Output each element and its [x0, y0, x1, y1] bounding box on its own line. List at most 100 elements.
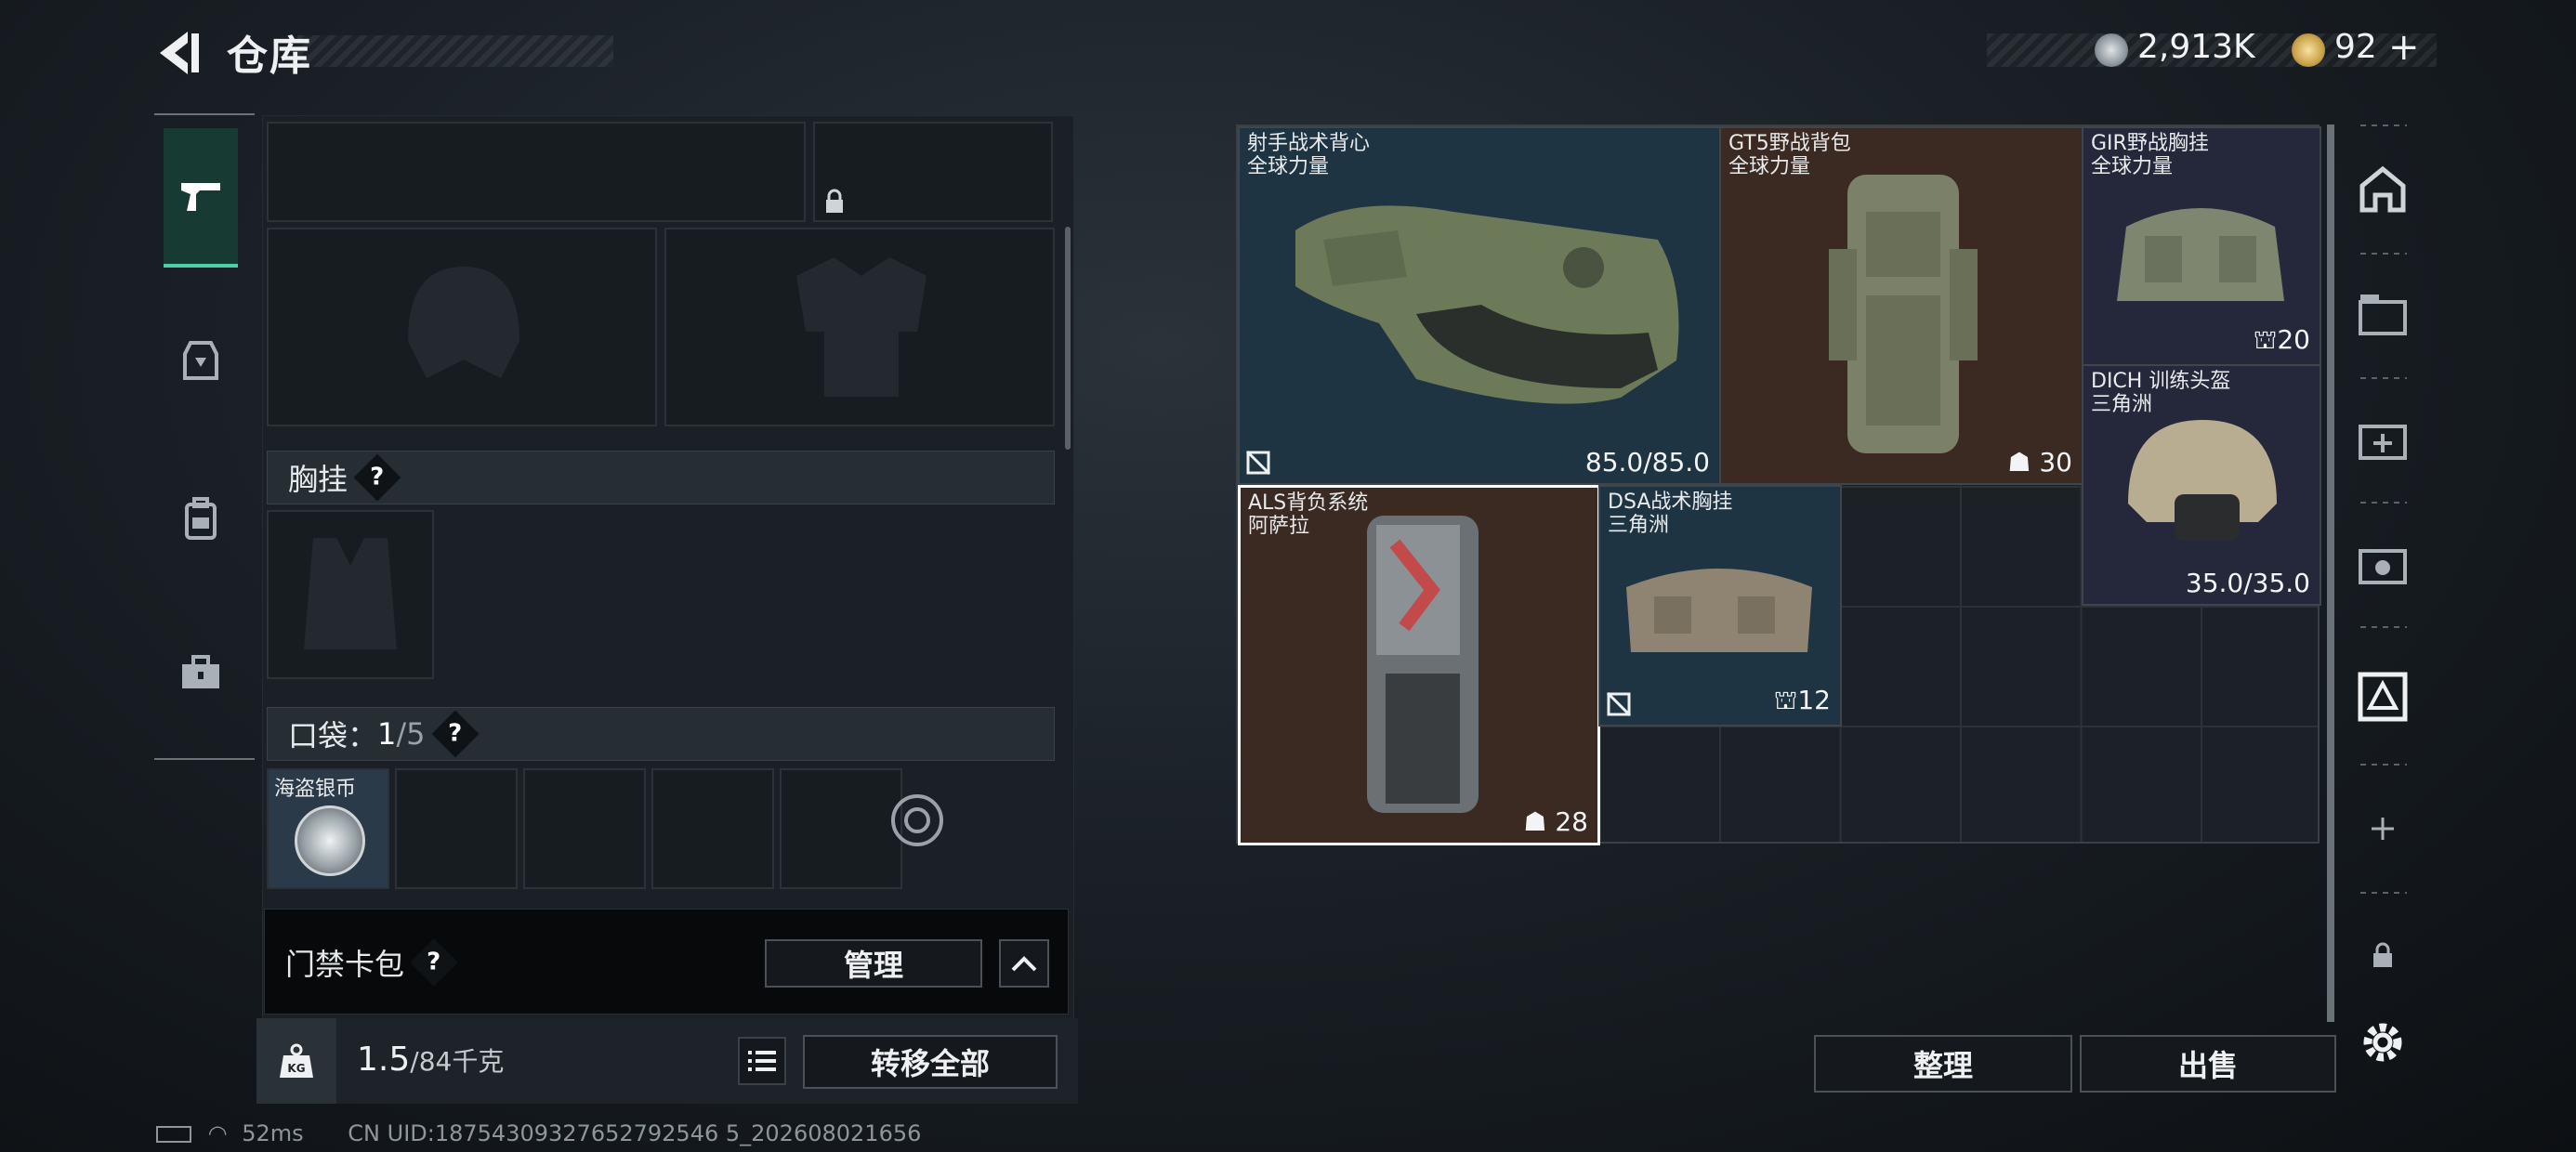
- settings-button[interactable]: [2353, 1013, 2412, 1072]
- armor-slot[interactable]: [664, 228, 1055, 426]
- status-bar: ◠ 52ms CN UID:18754309327652792546 5_202…: [156, 1120, 921, 1146]
- vest-image: [1295, 205, 1679, 404]
- item-name: GT5野战背包: [1728, 132, 1851, 155]
- tab-backpack[interactable]: [164, 474, 238, 563]
- item-als-carry-system[interactable]: ALS背负系统 阿萨拉 ☗ 28: [1238, 485, 1600, 845]
- page-title: 仓库: [227, 33, 312, 80]
- chest-rig-section: 胸挂 ?: [267, 451, 1055, 504]
- kg-weight-icon: KG: [256, 1018, 336, 1104]
- ping-value: 52ms: [242, 1120, 304, 1146]
- svg-text:KG: KG: [287, 1062, 305, 1075]
- duffel-image: [1626, 569, 1812, 652]
- gold-currency-value: 92: [2334, 28, 2377, 66]
- grid-scrollbar[interactable]: [2327, 124, 2334, 1022]
- toolbox-icon: [182, 655, 219, 688]
- backpack-image: [1829, 175, 1978, 453]
- pocket-slot-2[interactable]: [395, 768, 518, 889]
- manage-button[interactable]: 管理: [765, 939, 982, 988]
- folder-tools-icon: [2359, 549, 2407, 584]
- durability-value: 35.0/35.0: [2185, 568, 2310, 598]
- uid-text: CN UID:18754309327652792546 5_2026080216…: [348, 1120, 922, 1146]
- item-name: DSA战术胸挂: [1608, 491, 1733, 514]
- keycard-label: 门禁卡包 ?: [285, 938, 458, 987]
- chest-rig-slot[interactable]: [267, 510, 434, 679]
- chest-rig-label: 胸挂: [288, 462, 348, 497]
- item-gir-chest-rig[interactable]: GIR野战胸挂 全球力量 ⛫20: [2082, 126, 2321, 366]
- folder-add-icon: [2359, 425, 2407, 460]
- no-repair-icon: [1245, 450, 1271, 476]
- gold-coin-icon: [2292, 33, 2325, 67]
- backpack-icon: [185, 497, 217, 540]
- silver-coin-icon: [2095, 33, 2128, 67]
- weight-bar: KG 1.5/84千克 转移全部: [256, 1018, 1078, 1104]
- add-storage-button[interactable]: [2353, 799, 2412, 858]
- item-brand: 三角洲: [1608, 514, 1670, 537]
- carry-system-image: [1367, 516, 1479, 813]
- help-icon[interactable]: ?: [410, 938, 458, 987]
- item-dich-helmet[interactable]: DICH 训练头盔 三角洲 35.0/35.0: [2082, 364, 2321, 606]
- lock-icon: [826, 189, 843, 213]
- chest-rig-image: [2117, 208, 2284, 301]
- tab-weapons[interactable]: [164, 128, 238, 268]
- pocket-item-name: 海盗银币: [274, 778, 357, 801]
- collapse-button[interactable]: [999, 939, 1049, 988]
- item-brand: 全球力量: [2091, 155, 2174, 178]
- pirate-coin-icon: [295, 805, 365, 876]
- storage-tab-main[interactable]: [2353, 160, 2412, 219]
- tab-armor[interactable]: [164, 316, 238, 405]
- item-name: 射手战术背心: [1247, 132, 1371, 155]
- capacity-value: ☗ 30: [2007, 447, 2072, 478]
- keycard-bar: 门禁卡包 ? 管理: [264, 909, 1069, 1015]
- durability-value: 85.0/85.0: [1584, 447, 1710, 478]
- helmet-slot[interactable]: [267, 228, 657, 426]
- item-name: DICH 训练头盔: [2091, 370, 2231, 393]
- capacity-value: ☗ 28: [1523, 806, 1588, 837]
- add-currency-button[interactable]: +: [2388, 26, 2420, 69]
- helmet-placeholder-icon: [408, 267, 519, 378]
- capacity-value: ⛫12: [1773, 685, 1831, 715]
- lock-icon: [2373, 942, 2392, 967]
- plus-icon: [2372, 818, 2394, 840]
- pocket-count: 1: [377, 716, 397, 752]
- back-arrow-icon[interactable]: [156, 30, 201, 76]
- item-tactical-vest[interactable]: 射手战术背心 全球力量 85.0/85.0: [1238, 126, 1721, 485]
- locked-storage[interactable]: [2353, 925, 2412, 985]
- pocket-target-icon: [891, 794, 943, 846]
- wifi-icon: ◠: [207, 1120, 228, 1146]
- item-name: GIR野战胸挂: [2091, 132, 2209, 155]
- equip-slot[interactable]: [267, 122, 806, 222]
- tab-tools[interactable]: [164, 628, 238, 717]
- storage-tab-2[interactable]: [2353, 284, 2412, 344]
- gear-icon: [2363, 1023, 2402, 1062]
- pocket-slot-4[interactable]: [651, 768, 774, 889]
- storage-tab-armor[interactable]: [2353, 667, 2412, 727]
- item-field-backpack[interactable]: GT5野战背包 全球力量 ☗ 30: [1719, 126, 2083, 485]
- helmet-image: [2128, 420, 2277, 541]
- left-scrollbar[interactable]: [1065, 227, 1071, 450]
- inventory-grid: 射手战术背心 全球力量 85.0/85.0 GT5野战背包 全球力量 ☗ 30 GI…: [1236, 124, 2321, 845]
- pocket-total: /5: [396, 716, 426, 752]
- help-icon[interactable]: ?: [353, 453, 401, 502]
- transfer-all-button[interactable]: 转移全部: [803, 1035, 1058, 1089]
- pocket-label: 口袋：: [288, 718, 378, 753]
- help-icon[interactable]: ?: [431, 710, 479, 758]
- pocket-slot-5[interactable]: [780, 768, 902, 889]
- equip-slot-locked[interactable]: [813, 122, 1053, 222]
- chevron-up-icon: [1011, 956, 1037, 972]
- storage-tab-4[interactable]: [2353, 533, 2412, 593]
- storage-tab-3[interactable]: [2353, 409, 2412, 468]
- no-repair-icon: [1606, 691, 1632, 717]
- armor-icon: [183, 341, 218, 380]
- item-dsa-chest-rig[interactable]: DSA战术胸挂 三角洲 ⛫12: [1598, 485, 1842, 727]
- sort-button[interactable]: 整理: [1814, 1035, 2072, 1093]
- list-icon: [748, 1051, 776, 1071]
- pocket-slot-1[interactable]: 海盗银币: [267, 768, 389, 889]
- chest-rig-placeholder-icon: [304, 538, 397, 649]
- silver-currency-value: 2,913K: [2137, 28, 2255, 66]
- sell-button[interactable]: 出售: [2080, 1035, 2336, 1093]
- list-view-button[interactable]: [738, 1037, 786, 1085]
- pocket-slot-3[interactable]: [523, 768, 646, 889]
- capacity-value: ⛫20: [2253, 324, 2310, 355]
- pistol-icon: [181, 183, 220, 211]
- armor-placeholder-icon: [796, 257, 927, 397]
